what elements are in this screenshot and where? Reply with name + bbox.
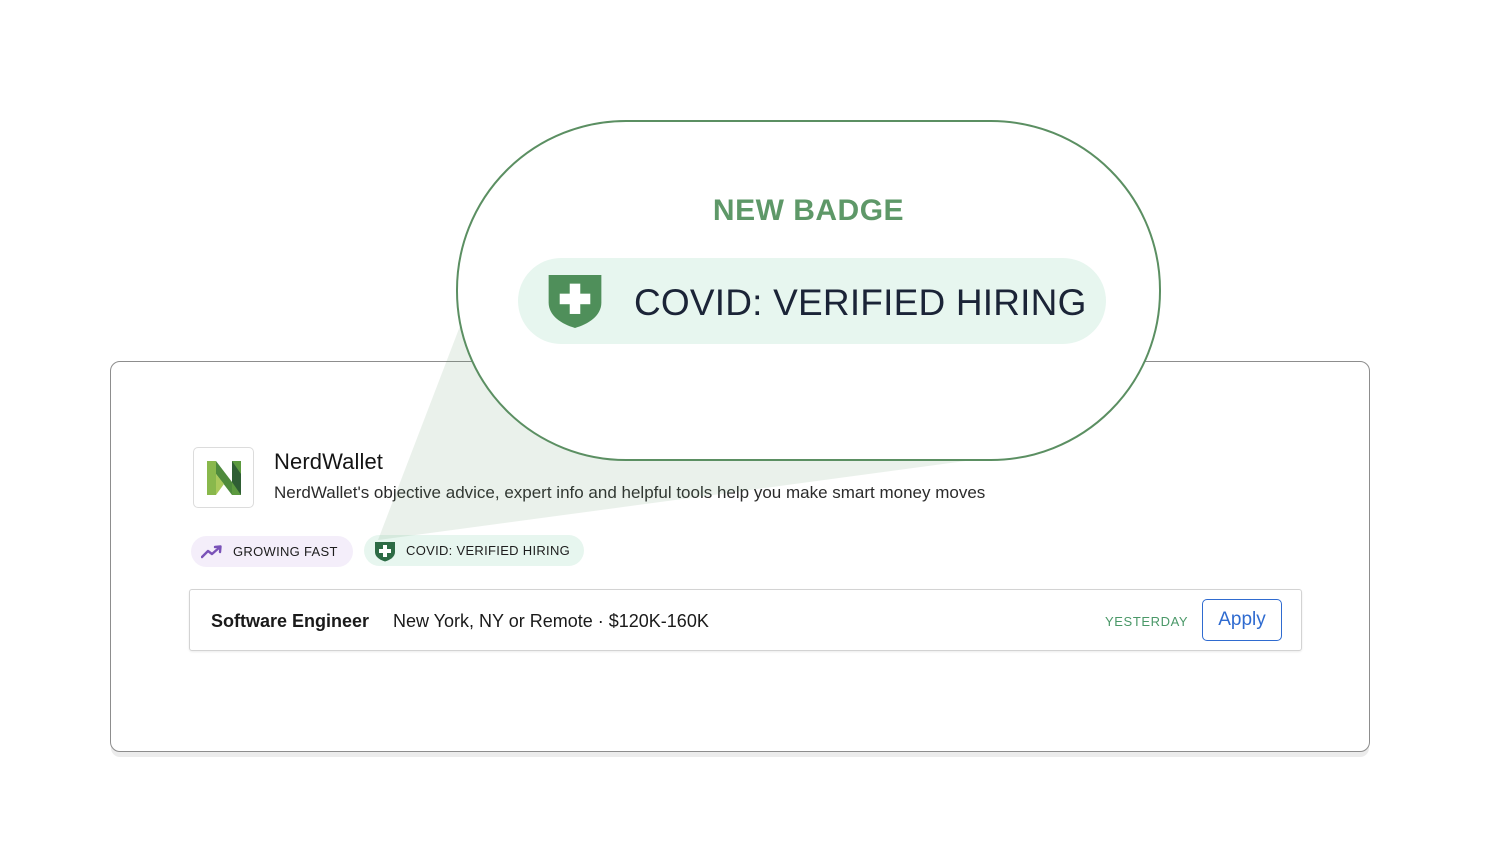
badge-label: COVID: VERIFIED HIRING [406,543,571,558]
company-description: NerdWallet's objective advice, expert in… [274,483,986,502]
shield-plus-icon [546,271,604,334]
badge-growing-fast: GROWING FAST [191,536,353,567]
shield-plus-icon [374,540,396,562]
job-location-salary: New York, NY or Remote · $120K-160K [393,611,709,631]
badge-label: GROWING FAST [233,544,338,559]
callout-badge-label: COVID: VERIFIED HIRING [634,282,1087,323]
callout-title: NEW BADGE [712,194,905,227]
trending-up-icon [201,544,223,559]
apply-button[interactable]: Apply [1202,599,1282,641]
company-logo[interactable] [193,447,254,508]
callout-badge-covid-verified-hiring: COVID: VERIFIED HIRING [518,258,1106,344]
job-title[interactable]: Software Engineer [211,611,369,632]
badge-covid-verified-hiring: COVID: VERIFIED HIRING [364,535,584,566]
nerdwallet-logo-icon [206,460,241,495]
job-listing-row[interactable]: Software Engineer New York, NY or Remote… [189,589,1302,651]
job-posted-date: YESTERDAY [1105,614,1189,629]
new-badge-callout: NEW BADGE COVID: VERIFIED HIRING [456,120,1161,461]
page: NerdWallet NerdWallet's objective advice… [0,0,1502,868]
company-name[interactable]: NerdWallet [274,449,383,475]
